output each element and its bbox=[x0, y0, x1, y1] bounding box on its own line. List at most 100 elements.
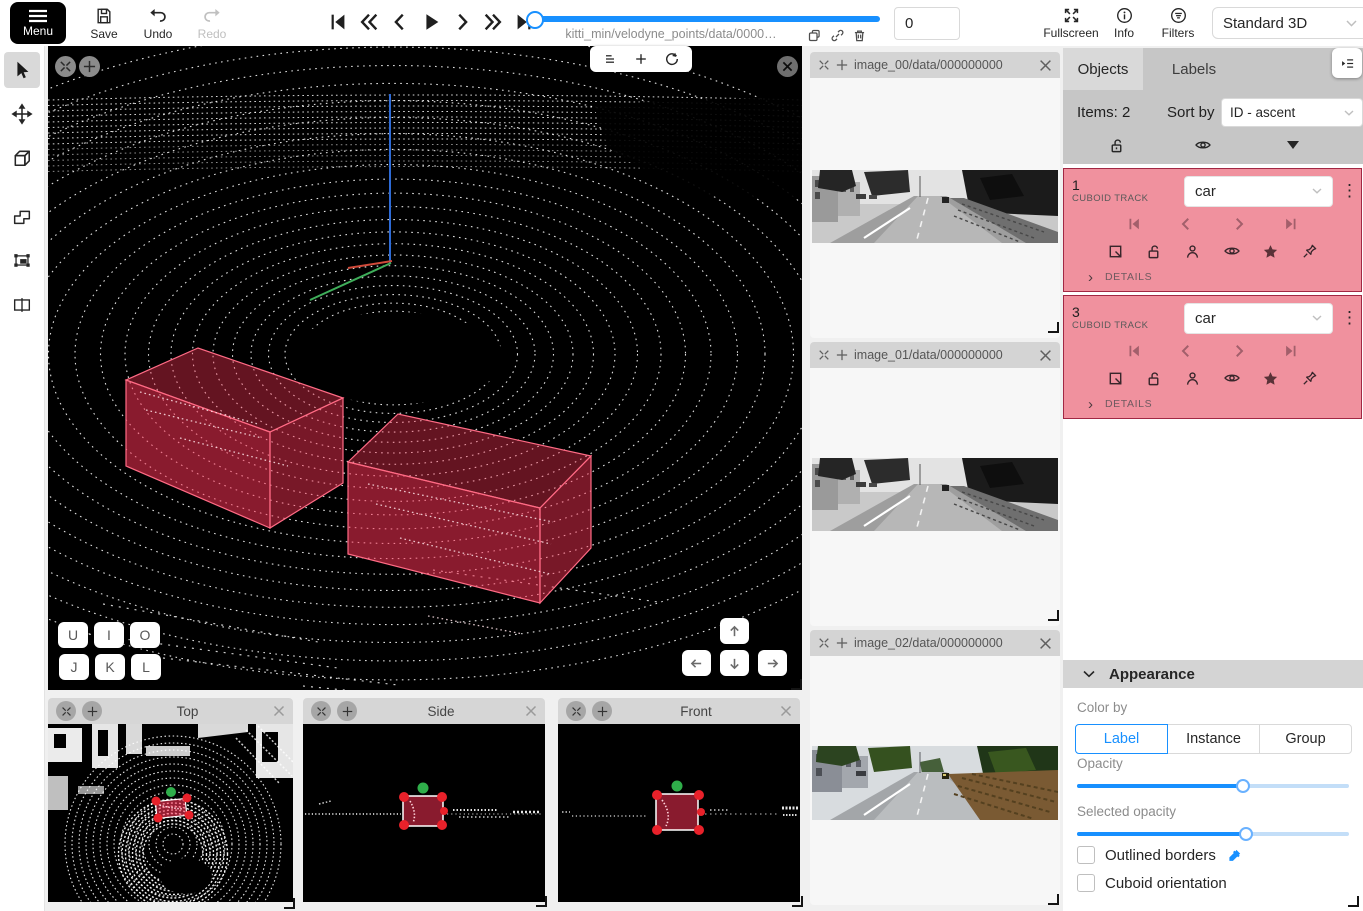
camera-pan-button[interactable] bbox=[79, 56, 100, 77]
save-button[interactable]: Save bbox=[82, 3, 126, 43]
perspective-settings-button[interactable] bbox=[602, 51, 618, 67]
drag-view-icon[interactable] bbox=[82, 701, 102, 721]
keyframe-button[interactable] bbox=[1262, 370, 1279, 387]
previous-frame-button[interactable] bbox=[388, 10, 412, 34]
object-card-3[interactable]: 3 CUBOID TRACK car ⋮ bbox=[1063, 295, 1362, 419]
split-tool[interactable] bbox=[4, 287, 40, 323]
color-by-instance-option[interactable]: Instance bbox=[1167, 724, 1260, 754]
play-button[interactable] bbox=[419, 10, 443, 34]
object-card-1[interactable]: 1 CUBOID TRACK car ⋮ bbox=[1063, 168, 1362, 292]
hide-button[interactable] bbox=[1223, 369, 1241, 387]
first-frame-button[interactable] bbox=[326, 10, 350, 34]
expand-view-icon[interactable] bbox=[311, 701, 331, 721]
collapse-sidebar-button[interactable] bbox=[1332, 48, 1362, 78]
next-frame-button[interactable] bbox=[450, 10, 474, 34]
delete-frame-button[interactable] bbox=[849, 26, 869, 44]
frame-slider[interactable] bbox=[528, 16, 880, 22]
resize-handle[interactable] bbox=[1048, 610, 1059, 621]
copy-frame-name-button[interactable] bbox=[804, 26, 824, 44]
resize-handle[interactable] bbox=[1048, 894, 1059, 905]
lock-button[interactable] bbox=[1145, 370, 1162, 387]
pan-down-button[interactable] bbox=[720, 650, 749, 676]
cursor-tool[interactable] bbox=[4, 52, 40, 88]
expand-view-icon[interactable] bbox=[818, 59, 830, 71]
camera-rotate-button[interactable] bbox=[55, 56, 76, 77]
resize-handle[interactable] bbox=[792, 896, 803, 907]
fullscreen-button[interactable]: Fullscreen bbox=[1044, 3, 1098, 43]
side-view-canvas[interactable] bbox=[303, 724, 545, 902]
close-icon[interactable] bbox=[1039, 637, 1052, 650]
tab-objects[interactable]: Objects bbox=[1063, 48, 1143, 90]
workspace-mode-select[interactable]: Standard 3D bbox=[1212, 7, 1363, 39]
undo-button[interactable]: Undo bbox=[136, 3, 180, 43]
expand-view-icon[interactable] bbox=[818, 349, 830, 361]
hide-button[interactable] bbox=[1223, 242, 1241, 260]
next-keyframe-button[interactable] bbox=[1230, 215, 1248, 233]
drag-view-icon[interactable] bbox=[836, 637, 848, 649]
expand-view-icon[interactable] bbox=[566, 701, 586, 721]
backward-button[interactable] bbox=[357, 10, 381, 34]
opacity-slider[interactable] bbox=[1077, 784, 1349, 788]
tab-labels[interactable]: Labels bbox=[1159, 48, 1229, 90]
hide-all-button[interactable] bbox=[1190, 132, 1216, 158]
merge-tool[interactable] bbox=[4, 198, 40, 234]
eyedropper-icon[interactable] bbox=[1226, 847, 1243, 864]
front-view-canvas[interactable] bbox=[558, 724, 800, 902]
resize-handle[interactable] bbox=[1048, 322, 1059, 333]
close-icon[interactable] bbox=[525, 705, 537, 717]
opacity-slider-handle[interactable] bbox=[1236, 779, 1250, 793]
outside-button[interactable] bbox=[1107, 370, 1124, 387]
perspective-view-canvas[interactable]: U I O J K L bbox=[48, 46, 802, 690]
info-button[interactable]: Info bbox=[1102, 3, 1146, 43]
pin-button[interactable] bbox=[1301, 370, 1318, 387]
close-icon[interactable] bbox=[1039, 349, 1052, 362]
close-icon[interactable] bbox=[273, 705, 285, 717]
move-tool[interactable] bbox=[4, 96, 40, 132]
resize-handle[interactable] bbox=[791, 679, 802, 690]
first-keyframe-button[interactable] bbox=[1125, 342, 1143, 360]
more-icon[interactable]: ⋮ bbox=[1341, 313, 1353, 323]
appearance-header[interactable]: Appearance bbox=[1063, 660, 1363, 688]
filters-button[interactable]: Filters bbox=[1154, 3, 1202, 43]
details-toggle[interactable]: › DETAILS bbox=[1072, 265, 1353, 289]
outlined-borders-checkbox[interactable] bbox=[1077, 846, 1095, 864]
occluded-button[interactable] bbox=[1184, 243, 1201, 260]
frame-number-input[interactable] bbox=[894, 7, 960, 40]
occluded-button[interactable] bbox=[1184, 370, 1201, 387]
top-view-canvas[interactable] bbox=[48, 724, 293, 902]
sort-select[interactable]: ID - ascent bbox=[1221, 98, 1363, 127]
previous-keyframe-button[interactable] bbox=[1177, 342, 1195, 360]
first-keyframe-button[interactable] bbox=[1125, 215, 1143, 233]
previous-keyframe-button[interactable] bbox=[1177, 215, 1195, 233]
resize-handle[interactable] bbox=[1348, 896, 1359, 907]
drag-view-icon[interactable] bbox=[836, 349, 848, 361]
next-keyframe-button[interactable] bbox=[1230, 342, 1248, 360]
pan-left-button[interactable] bbox=[682, 650, 711, 676]
expand-view-icon[interactable] bbox=[818, 637, 830, 649]
group-tool[interactable] bbox=[4, 242, 40, 278]
frame-url-button[interactable] bbox=[827, 26, 847, 44]
outside-button[interactable] bbox=[1107, 243, 1124, 260]
more-icon[interactable]: ⋮ bbox=[1341, 186, 1353, 196]
close-icon[interactable] bbox=[1039, 59, 1052, 72]
redo-button[interactable]: Redo bbox=[190, 3, 234, 43]
drag-view-icon[interactable] bbox=[337, 701, 357, 721]
last-keyframe-button[interactable] bbox=[1282, 215, 1300, 233]
close-icon[interactable] bbox=[780, 705, 792, 717]
keyframe-button[interactable] bbox=[1262, 243, 1279, 260]
drag-view-icon[interactable] bbox=[836, 59, 848, 71]
pin-button[interactable] bbox=[1301, 243, 1318, 260]
pan-right-button[interactable] bbox=[758, 650, 787, 676]
details-toggle[interactable]: › DETAILS bbox=[1072, 392, 1353, 416]
collapse-all-button[interactable] bbox=[1280, 132, 1306, 158]
object-label-select[interactable]: car bbox=[1184, 303, 1333, 334]
cuboid-orientation-checkbox[interactable] bbox=[1077, 874, 1095, 892]
resize-handle[interactable] bbox=[536, 896, 547, 907]
last-keyframe-button[interactable] bbox=[1282, 342, 1300, 360]
expand-view-icon[interactable] bbox=[56, 701, 76, 721]
zoom-in-button[interactable] bbox=[633, 51, 649, 67]
draw-cuboid-tool[interactable] bbox=[4, 140, 40, 176]
reset-view-button[interactable] bbox=[664, 51, 680, 67]
color-by-label-option[interactable]: Label bbox=[1075, 724, 1168, 754]
resize-handle[interactable] bbox=[284, 898, 295, 909]
